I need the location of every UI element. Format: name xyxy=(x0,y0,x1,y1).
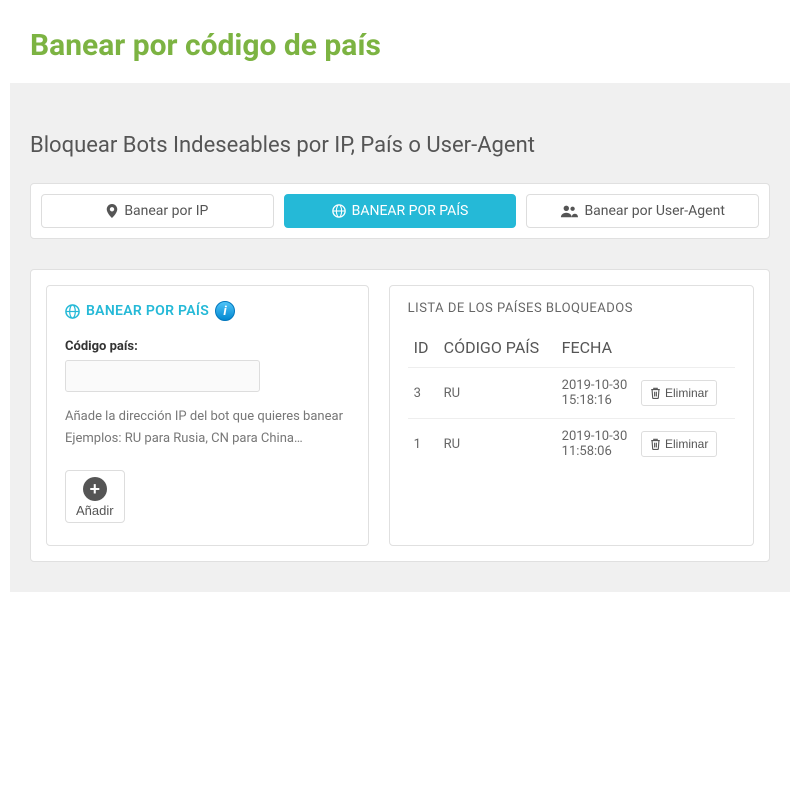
help-text: Añade la dirección IP del bot que quiere… xyxy=(65,406,350,450)
panel-title: BANEAR POR PAÍS xyxy=(86,303,209,319)
cell-code: RU xyxy=(444,437,562,452)
map-marker-icon xyxy=(106,204,118,218)
delete-button[interactable]: Eliminar xyxy=(641,431,717,457)
section-heading: Bloquear Bots Indeseables por IP, País o… xyxy=(30,133,770,158)
cell-id: 1 xyxy=(414,437,444,452)
info-icon[interactable]: i xyxy=(215,301,235,321)
country-code-input[interactable] xyxy=(65,360,260,392)
cell-date: 2019-10-30 15:18:16 xyxy=(562,378,641,408)
tab-label: Banear por IP xyxy=(124,203,208,219)
tab-ban-user-agent[interactable]: Banear por User-Agent xyxy=(526,194,759,228)
delete-label: Eliminar xyxy=(665,386,708,400)
table-header: ID CÓDIGO PAÍS FECHA xyxy=(408,334,735,367)
cell-action: Eliminar xyxy=(641,380,729,406)
globe-icon xyxy=(65,304,80,319)
column-action xyxy=(641,338,729,357)
users-icon xyxy=(560,204,578,218)
trash-icon xyxy=(650,387,661,399)
table-row: 1 RU 2019-10-30 11:58:06 Eliminar xyxy=(408,418,735,469)
column-code: CÓDIGO PAÍS xyxy=(444,338,562,357)
add-button[interactable]: + Añadir xyxy=(65,470,125,523)
tab-label: Banear por User-Agent xyxy=(584,203,724,219)
cell-code: RU xyxy=(444,386,562,401)
column-id: ID xyxy=(414,338,444,357)
panels-row: BANEAR POR PAÍS i Código país: Añade la … xyxy=(30,269,770,562)
blocked-countries-table: ID CÓDIGO PAÍS FECHA 3 RU 2019-10-30 15:… xyxy=(408,334,735,469)
tab-ban-country[interactable]: BANEAR POR PAÍS xyxy=(284,194,517,228)
tab-label: BANEAR POR PAÍS xyxy=(352,203,469,219)
delete-button[interactable]: Eliminar xyxy=(641,380,717,406)
trash-icon xyxy=(650,438,661,450)
tab-bar: Banear por IP BANEAR POR PAÍS Banear por… xyxy=(30,183,770,239)
cell-date: 2019-10-30 11:58:06 xyxy=(562,429,641,459)
globe-icon xyxy=(332,204,346,218)
panel-header: BANEAR POR PAÍS i xyxy=(65,301,350,321)
cell-id: 3 xyxy=(414,386,444,401)
page-title: Banear por código de país xyxy=(0,0,800,83)
main-container: Bloquear Bots Indeseables por IP, País o… xyxy=(10,83,790,592)
add-button-label: Añadir xyxy=(76,503,114,518)
column-date: FECHA xyxy=(562,338,641,357)
help-line-2: Ejemplos: RU para Rusia, CN para China… xyxy=(65,428,350,450)
blocked-countries-panel: LISTA DE LOS PAÍSES BLOQUEADOS ID CÓDIGO… xyxy=(389,285,754,546)
blocked-list-title: LISTA DE LOS PAÍSES BLOQUEADOS xyxy=(408,301,735,316)
table-row: 3 RU 2019-10-30 15:18:16 Eliminar xyxy=(408,367,735,418)
delete-label: Eliminar xyxy=(665,437,708,451)
plus-icon: + xyxy=(83,477,107,501)
help-line-1: Añade la dirección IP del bot que quiere… xyxy=(65,406,350,428)
ban-country-form-panel: BANEAR POR PAÍS i Código país: Añade la … xyxy=(46,285,369,546)
country-code-label: Código país: xyxy=(65,339,350,354)
tab-ban-ip[interactable]: Banear por IP xyxy=(41,194,274,228)
cell-action: Eliminar xyxy=(641,431,729,457)
